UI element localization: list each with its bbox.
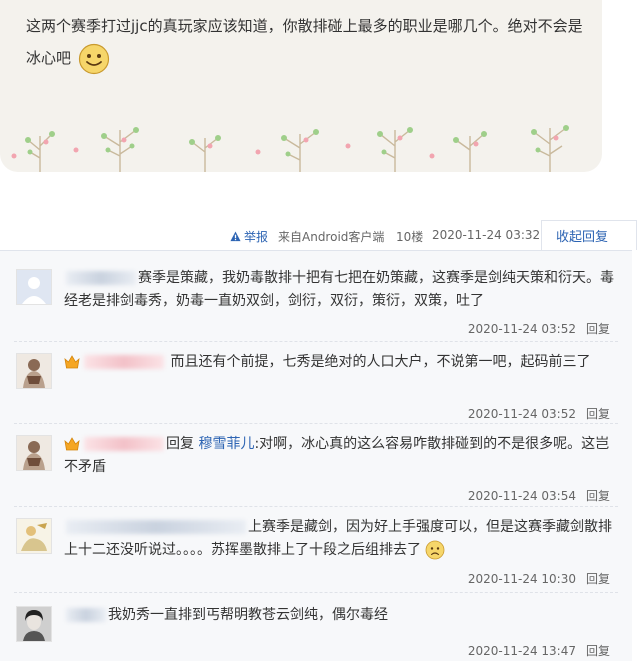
tree-decoration <box>11 125 569 172</box>
reply-content: 赛季是策藏，我奶毒散排十把有七把在奶策藏，这赛季是剑纯天策和衍天。毒经老是排剑毒… <box>64 267 619 313</box>
reply-footer: 2020-11-24 03:52 回复 <box>468 405 610 422</box>
report-label: 举报 <box>244 230 269 244</box>
avatar[interactable] <box>16 269 52 305</box>
photo-avatar-icon <box>17 607 51 641</box>
redacted-username[interactable] <box>66 271 136 285</box>
reply-footer: 2020-11-24 03:54 回复 <box>468 487 610 504</box>
character-avatar-icon <box>17 354 51 388</box>
reply-time: 2020-11-24 03:54 <box>467 489 576 503</box>
avatar[interactable] <box>16 353 52 389</box>
warning-icon <box>230 231 241 242</box>
reply-button[interactable]: 回复 <box>586 407 610 421</box>
reply-footer: 2020-11-24 10:30 回复 <box>468 570 610 587</box>
avatar[interactable] <box>16 435 52 471</box>
post-content: 这两个赛季打过jjc的真玩家应该知道，你散排碰上最多的职业是哪几个。绝对不会是冰… <box>26 10 586 75</box>
reply-prefix: 回复 <box>166 436 194 452</box>
report-link[interactable]: 举报 <box>230 228 268 245</box>
avatar[interactable] <box>16 518 52 554</box>
reply-time: 2020-11-24 03:52 <box>467 407 576 421</box>
reply-footer: 2020-11-24 13:47 回复 <box>468 642 610 659</box>
reply-time: 2020-11-24 10:30 <box>467 572 576 586</box>
member-crown-icon <box>64 437 80 451</box>
avatar[interactable] <box>16 606 52 642</box>
redacted-username[interactable] <box>66 608 106 622</box>
client-source: 来自Android客户端 <box>278 230 385 244</box>
post-meta-bar: 举报 来自Android客户端 10楼 2020-11-24 03:32 收起回… <box>0 220 637 250</box>
reply-footer: 2020-11-24 03:52 回复 <box>468 320 610 337</box>
worried-emoji-icon <box>426 540 445 560</box>
reply-button[interactable]: 回复 <box>586 322 610 336</box>
member-crown-icon <box>64 355 80 369</box>
default-avatar-icon <box>17 270 51 304</box>
divider <box>14 423 618 424</box>
smiley-emoji-icon <box>78 43 109 74</box>
reply-content: 而且还有个前提，七秀是绝对的人口大户，不说第一吧，起码前三了 <box>64 351 619 374</box>
redacted-username[interactable] <box>84 355 164 369</box>
reply-content: 回复 穆雪菲儿:对啊，冰心真的这么容易咋散排碰到的不是很多呢。这岂不矛盾 <box>64 433 619 479</box>
redacted-username[interactable] <box>66 520 246 534</box>
divider <box>14 592 618 593</box>
post-card: 这两个赛季打过jjc的真玩家应该知道，你散排碰上最多的职业是哪几个。绝对不会是冰… <box>0 0 602 172</box>
reply-content: 我奶秀一直排到丐帮明教苍云剑纯，偶尔毒经 <box>64 604 619 627</box>
reply-text: 而且还有个前提，七秀是绝对的人口大户，不说第一吧，起码前三了 <box>170 354 591 370</box>
divider <box>14 506 618 507</box>
character-avatar-icon <box>17 436 51 470</box>
reply-time: 2020-11-24 03:52 <box>467 322 576 336</box>
reply-button[interactable]: 回复 <box>586 572 610 586</box>
reply-button[interactable]: 回复 <box>586 644 610 658</box>
post-date: 2020-11-24 03:32 <box>432 228 541 242</box>
character-avatar-icon <box>17 519 51 553</box>
reply-content: 上赛季是藏剑，因为好上手强度可以，但是这赛季藏剑散排上十二还没听说过。。。。苏挥… <box>64 516 619 562</box>
reply-target-user[interactable]: 穆雪菲儿 <box>198 436 254 452</box>
divider <box>14 341 618 342</box>
redacted-username[interactable] <box>84 437 164 451</box>
reply-text: 我奶秀一直排到丐帮明教苍云剑纯，偶尔毒经 <box>108 607 388 623</box>
reply-button[interactable]: 回复 <box>586 489 610 503</box>
reply-text: 赛季是策藏，我奶毒散排十把有七把在奶策藏，这赛季是剑纯天策和衍天。毒经老是排剑毒… <box>64 270 614 309</box>
reply-list: 赛季是策藏，我奶毒散排十把有七把在奶策藏，这赛季是剑纯天策和衍天。毒经老是排剑毒… <box>0 250 632 661</box>
floor-number: 10楼 <box>396 230 424 244</box>
collapse-replies-button[interactable]: 收起回复 <box>541 220 637 250</box>
reply-time: 2020-11-24 13:47 <box>467 644 576 658</box>
